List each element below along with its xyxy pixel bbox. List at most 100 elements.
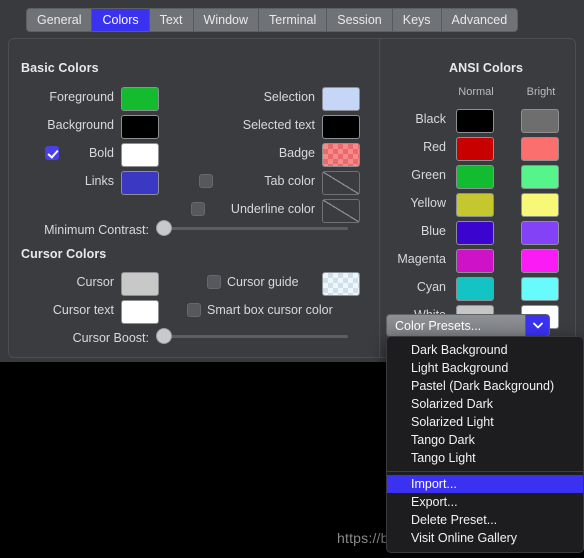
ansi-label-yellow: Yellow [410,196,446,210]
tab-label: Window [203,13,249,27]
basic-colors-title: Basic Colors [21,61,99,75]
ansi-swatch-blue-normal[interactable] [456,221,494,245]
color-presets-menu[interactable]: Dark Background Light Background Pastel (D… [386,336,584,553]
tab-general[interactable]: General [27,9,93,31]
swatch-background[interactable] [121,115,159,139]
label-selected-text: Selected text [242,118,315,132]
ansi-swatch-magenta-normal[interactable] [456,249,494,273]
tab-text[interactable]: Text [149,9,194,31]
tab-colors[interactable]: Colors [92,9,150,31]
ansi-swatch-black-normal[interactable] [456,109,494,133]
label-foreground: Foreground [49,90,114,104]
menu-item-solarized-light[interactable]: Solarized Light [387,413,583,431]
ansi-swatch-green-normal[interactable] [456,165,494,189]
menu-item-delete-preset[interactable]: Delete Preset... [387,511,583,529]
tab-keys[interactable]: Keys [392,9,442,31]
screenshot-root: General Colors Text Window Terminal Session Ke… [0,0,584,558]
slider-cursor-boost[interactable] [156,328,348,344]
ansi-label-red: Red [423,140,446,154]
slider-thumb[interactable] [156,328,172,344]
label-bold: Bold [88,146,114,160]
tab-label: Terminal [269,13,317,27]
checkbox-tab-color[interactable] [199,174,213,188]
label-cursor-text: Cursor text [52,303,114,317]
tab-label: Colors [102,13,139,27]
color-presets-button-label: Color Presets... [395,318,482,333]
tab-label: Advanced [451,13,508,27]
swatch-tab-color[interactable] [322,171,360,195]
label-smart-box-cursor-color: Smart box cursor color [207,303,333,317]
label-underline-color: Underline color [230,202,315,216]
checkbox-bold[interactable] [45,146,59,160]
menu-item-import[interactable]: Import... [387,475,583,493]
ansi-swatch-blue-bright[interactable] [521,221,559,245]
ansi-label-black: Black [415,112,446,126]
tab-terminal[interactable]: Terminal [259,9,328,31]
menu-item-solarized-dark[interactable]: Solarized Dark [387,395,583,413]
colors-panel: Basic Colors Foreground Background Bold … [8,38,576,358]
label-cursor: Cursor [76,275,114,289]
ansi-swatch-red-bright[interactable] [521,137,559,161]
slider-track [156,227,348,230]
ansi-swatch-red-normal[interactable] [456,137,494,161]
swatch-cursor-text[interactable] [121,300,159,324]
menu-item-visit-online-gallery[interactable]: Visit Online Gallery [387,529,583,547]
cursor-colors-title: Cursor Colors [21,247,107,261]
menu-item-pastel-dark-background[interactable]: Pastel (Dark Background) [387,377,583,395]
label-background: Background [47,118,114,132]
ansi-swatch-black-bright[interactable] [521,109,559,133]
ansi-swatch-cyan-normal[interactable] [456,277,494,301]
swatch-links[interactable] [121,171,159,195]
chevron-down-icon[interactable] [525,315,549,336]
label-cursor-boost: Cursor Boost: [72,331,149,345]
tab-label: Session [337,13,382,27]
swatch-selected-text[interactable] [322,115,360,139]
ansi-label-cyan: Cyan [416,280,446,294]
swatch-badge[interactable] [322,143,360,167]
ansi-column-header-bright: Bright [526,86,556,98]
ansi-colors-title: ANSI Colors [449,61,524,75]
preferences-tabbar: General Colors Text Window Terminal Session Ke… [26,8,519,32]
menu-item-light-background[interactable]: Light Background [387,359,583,377]
ansi-swatch-yellow-bright[interactable] [521,193,559,217]
swatch-cursor[interactable] [121,272,159,296]
label-cursor-guide: Cursor guide [227,275,299,289]
slider-track [156,335,348,338]
preferences-window: General Colors Text Window Terminal Session Ke… [0,0,584,362]
swatch-bold[interactable] [121,143,159,167]
checkbox-smart-box-cursor-color[interactable] [187,303,201,317]
checkbox-cursor-guide[interactable] [207,275,221,289]
swatch-cursor-guide[interactable] [322,272,360,296]
tab-label: Keys [402,13,431,27]
label-selection: Selection [263,90,315,104]
label-badge: Badge [278,146,315,160]
menu-item-dark-background[interactable]: Dark Background [387,341,583,359]
ansi-label-green: Green [411,168,446,182]
ansi-label-blue: Blue [420,224,446,238]
ansi-swatch-green-bright[interactable] [521,165,559,189]
label-minimum-contrast: Minimum Contrast: [44,223,149,237]
menu-item-tango-light[interactable]: Tango Light [387,449,583,467]
tab-label: General [37,13,82,27]
slider-thumb[interactable] [156,220,172,236]
tab-session[interactable]: Session [327,9,393,31]
menu-separator [387,471,583,472]
slider-minimum-contrast[interactable] [156,220,348,236]
ansi-swatch-cyan-bright[interactable] [521,277,559,301]
label-links: Links [84,174,114,188]
tab-advanced[interactable]: Advanced [441,9,518,31]
checkbox-underline-color[interactable] [191,202,205,216]
menu-item-tango-dark[interactable]: Tango Dark [387,431,583,449]
ansi-label-magenta: Magenta [397,252,446,266]
swatch-selection[interactable] [322,87,360,111]
chevron-down-glyph [532,322,543,329]
ansi-column-header-normal: Normal [458,86,494,98]
ansi-swatch-yellow-normal[interactable] [456,193,494,217]
tab-label: Text [159,13,183,27]
panel-vertical-divider [379,39,380,357]
color-presets-button[interactable]: Color Presets... [386,314,550,337]
tab-window[interactable]: Window [193,9,260,31]
swatch-foreground[interactable] [121,87,159,111]
menu-item-export[interactable]: Export... [387,493,583,511]
ansi-swatch-magenta-bright[interactable] [521,249,559,273]
